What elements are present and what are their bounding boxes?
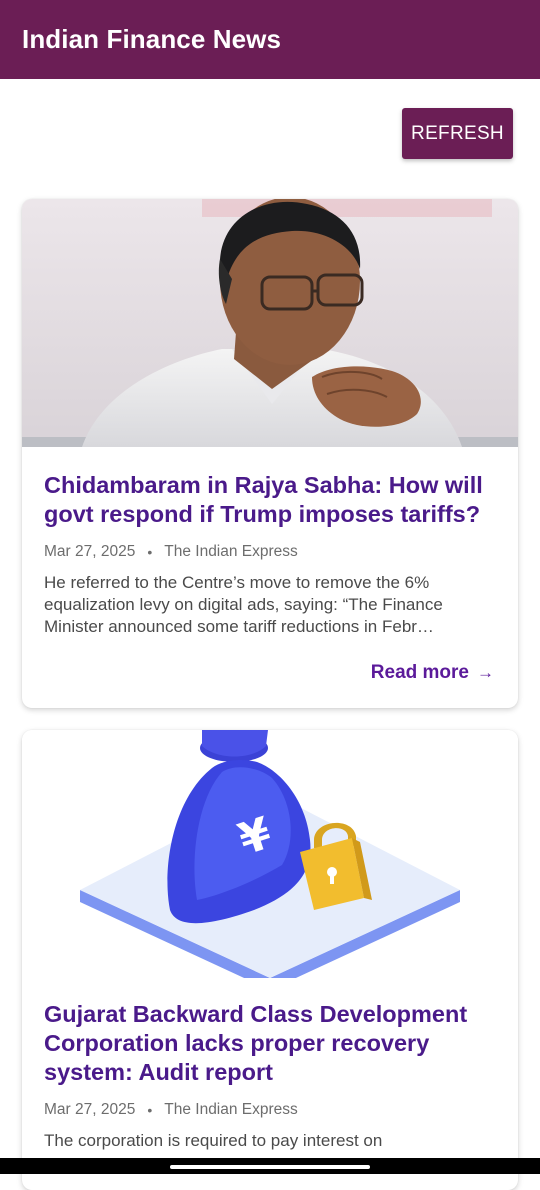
article-source: The Indian Express — [164, 543, 298, 560]
read-more-link[interactable]: Read more → — [371, 662, 494, 684]
article-summary: He referred to the Centre’s move to remo… — [44, 573, 443, 636]
app-title: Indian Finance News — [22, 24, 282, 54]
read-more-label: Read more — [370, 662, 469, 683]
home-gesture-handle[interactable] — [170, 1165, 370, 1169]
article-body: Chidambaram in Rajya Sabha: How will gov… — [44, 471, 496, 638]
article-headline[interactable]: Gujarat Backward Class Development Corpo… — [44, 1000, 496, 1087]
news-card[interactable]: Chidambaram in Rajya Sabha: How will gov… — [22, 199, 518, 708]
meta-separator: • — [147, 544, 153, 560]
news-card[interactable]: ¥ Gujarat Backward Class Development Cor… — [22, 730, 518, 1190]
meta-separator: • — [147, 1102, 153, 1118]
politician-photo — [22, 199, 518, 447]
article-date: Mar 27, 2025 — [44, 1101, 136, 1118]
article-meta: Mar 27, 2025 • The Indian Express — [44, 1101, 496, 1119]
article-meta: Mar 27, 2025 • The Indian Express — [44, 543, 496, 561]
article-source: The Indian Express — [164, 1101, 298, 1118]
money-bag-illustration: ¥ — [22, 730, 518, 978]
article-image[interactable]: ¥ — [22, 730, 518, 978]
article-image[interactable] — [22, 199, 518, 447]
refresh-button[interactable]: REFRESH — [402, 108, 513, 159]
app-bar: Indian Finance News — [0, 0, 540, 79]
article-summary: The corporation is required to pay inter… — [44, 1131, 383, 1150]
article-date: Mar 27, 2025 — [44, 543, 136, 560]
arrow-right-icon: → — [477, 663, 494, 682]
system-navigation-bar — [0, 1158, 540, 1174]
article-body: Gujarat Backward Class Development Corpo… — [44, 1000, 496, 1152]
article-headline[interactable]: Chidambaram in Rajya Sabha: How will gov… — [44, 471, 496, 529]
